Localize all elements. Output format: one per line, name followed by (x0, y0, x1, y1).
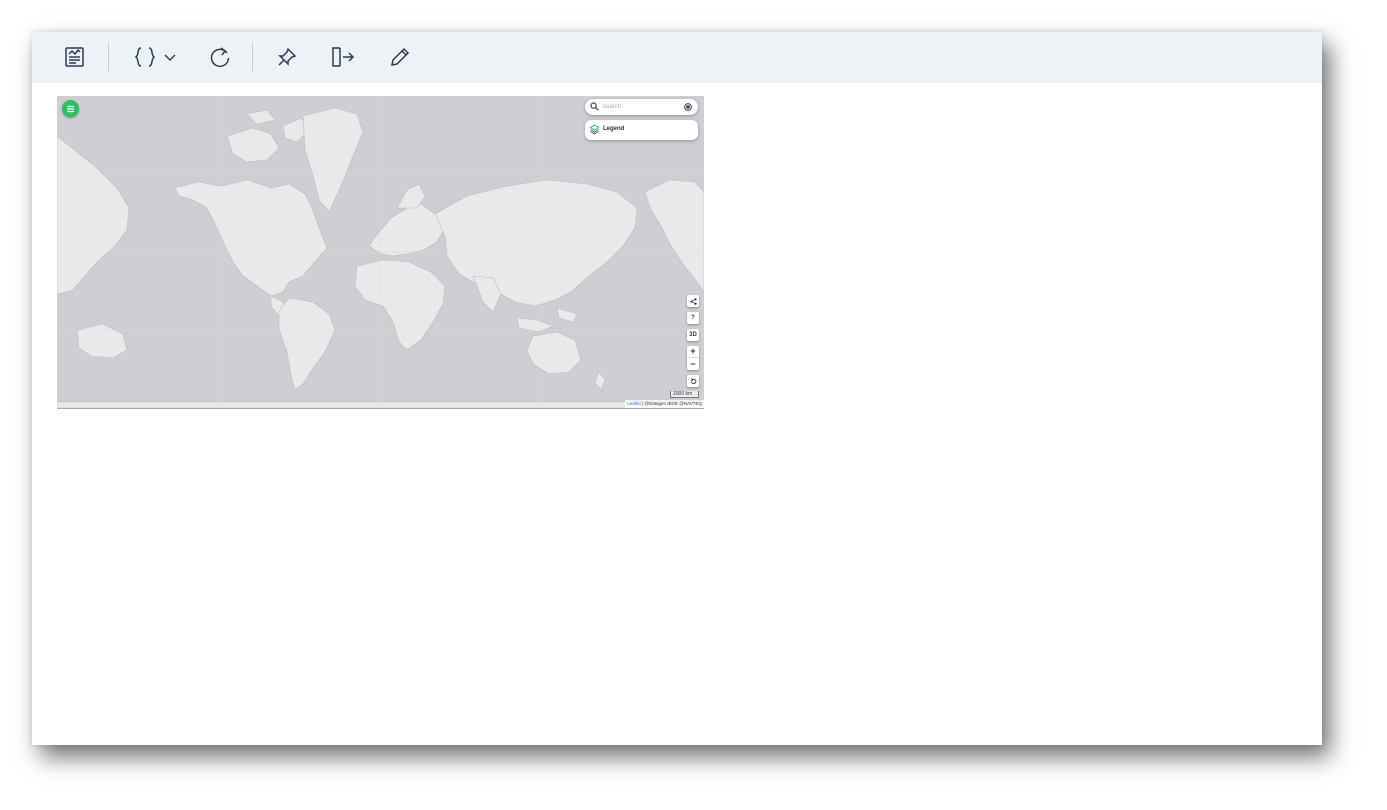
reset-view-button[interactable] (687, 375, 699, 387)
share-icon (689, 297, 697, 305)
land-australia-wrap-left (76, 323, 128, 359)
toolbar-separator (252, 43, 253, 71)
reset-icon (690, 377, 696, 384)
attribution-text: @Datageo IBGE @NAVTEQ (644, 401, 702, 406)
land-new-zealand (594, 371, 606, 391)
world-map[interactable]: Legend ? 3D + − 2000 km Leaflet | (57, 96, 704, 409)
map-search (585, 99, 698, 115)
land-south-america (278, 297, 336, 391)
edit-button[interactable] (387, 41, 413, 73)
zoom-out-button[interactable]: − (687, 358, 699, 370)
zoom-control: + − (687, 346, 699, 370)
map-menu-button[interactable] (62, 100, 79, 117)
chevron-down-icon (164, 54, 176, 61)
layers-icon (589, 124, 600, 135)
hamburger-menu-icon (67, 105, 74, 112)
toolbar-separator (108, 43, 109, 71)
view-3d-button[interactable]: 3D (687, 329, 699, 341)
report-button[interactable] (62, 41, 88, 73)
exit-icon (332, 47, 355, 67)
pencil-icon (391, 47, 410, 66)
leaflet-link[interactable]: Leaflet (627, 401, 641, 406)
help-button[interactable]: ? (687, 312, 699, 324)
share-button[interactable] (687, 295, 699, 307)
land-asia-wrap-left (57, 135, 130, 295)
report-icon (65, 47, 84, 67)
refresh-button[interactable] (207, 41, 233, 73)
pin-icon (278, 47, 297, 66)
variables-dropdown-button[interactable] (130, 41, 180, 73)
map-tiles (57, 96, 704, 408)
app-window: Legend ? 3D + − 2000 km Leaflet | (32, 32, 1322, 745)
land-africa (354, 259, 446, 351)
map-search-input[interactable] (602, 101, 680, 113)
locate-icon[interactable] (683, 102, 693, 112)
map-scale: 2000 km (670, 391, 699, 398)
curly-braces-icon (134, 47, 156, 67)
exit-button[interactable] (329, 41, 357, 73)
land-greenland (302, 107, 364, 213)
refresh-icon (210, 47, 230, 67)
land-europe (368, 203, 446, 257)
toolbar (32, 32, 1322, 83)
legend-label: Legend (603, 126, 625, 132)
pin-button[interactable] (274, 41, 300, 73)
land-arctic-islands (226, 109, 310, 163)
map-legend-button[interactable]: Legend (585, 120, 698, 140)
map-attribution: Leaflet | @Datageo IBGE @NAVTEQ (625, 400, 704, 408)
land-north-america (174, 179, 328, 297)
land-antarctica (57, 401, 704, 408)
land-indonesia (516, 307, 578, 333)
search-icon (590, 102, 599, 111)
land-north-america-wrap-right (644, 179, 704, 293)
land-australia (526, 331, 582, 375)
zoom-in-button[interactable]: + (687, 346, 699, 358)
land-asia (434, 179, 638, 307)
